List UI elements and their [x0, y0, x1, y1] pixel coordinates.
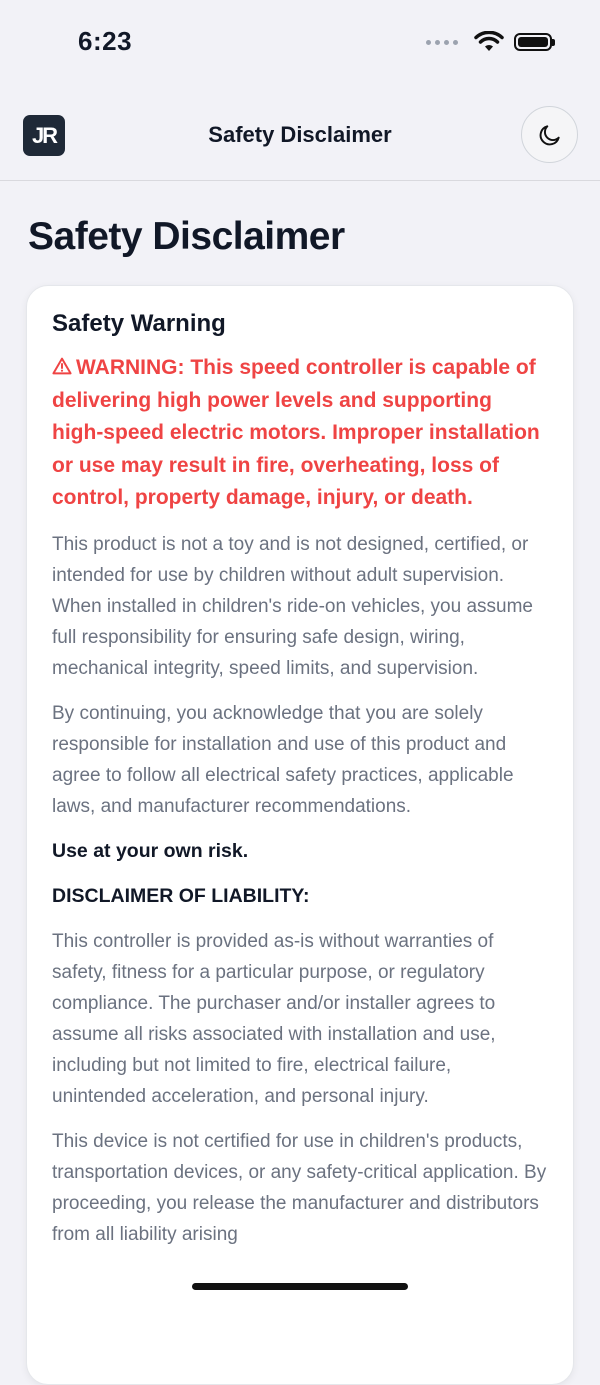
status-bar: 6:23 [0, 0, 600, 90]
warning-message: WARNING: This speed controller is capabl… [52, 356, 540, 509]
wifi-icon [474, 31, 504, 51]
status-time: 6:23 [78, 26, 133, 56]
paragraph-as-is: This controller is provided as-is withou… [52, 930, 496, 1107]
warning-triangle-icon [52, 357, 72, 375]
battery-icon [514, 33, 555, 51]
warning-text: WARNING: This speed controller is capabl… [52, 352, 548, 515]
card-heading: Safety Warning [52, 310, 226, 337]
moon-icon [539, 124, 560, 145]
paragraph-not-certified: This device is not certified for use in … [52, 1130, 547, 1245]
nav-bar: JR Safety Disclaimer [0, 90, 600, 181]
home-indicator[interactable] [192, 1283, 408, 1290]
page-title: Safety Disclaimer [28, 215, 345, 258]
disclaimer-card: Safety Warning WARNING: This speed contr… [26, 285, 574, 1385]
paragraph-not-a-toy: This product is not a toy and is not des… [52, 533, 533, 679]
risk-statement: Use at your own risk. [52, 839, 249, 862]
paragraph-acknowledge: By continuing, you acknowledge that you … [52, 702, 514, 817]
liability-heading: DISCLAIMER OF LIABILITY: [52, 884, 310, 907]
signal-dots-icon [426, 39, 458, 45]
theme-toggle-button[interactable] [521, 106, 578, 163]
nav-title: Safety Disclaimer [208, 122, 392, 147]
status-icons [426, 31, 555, 53]
